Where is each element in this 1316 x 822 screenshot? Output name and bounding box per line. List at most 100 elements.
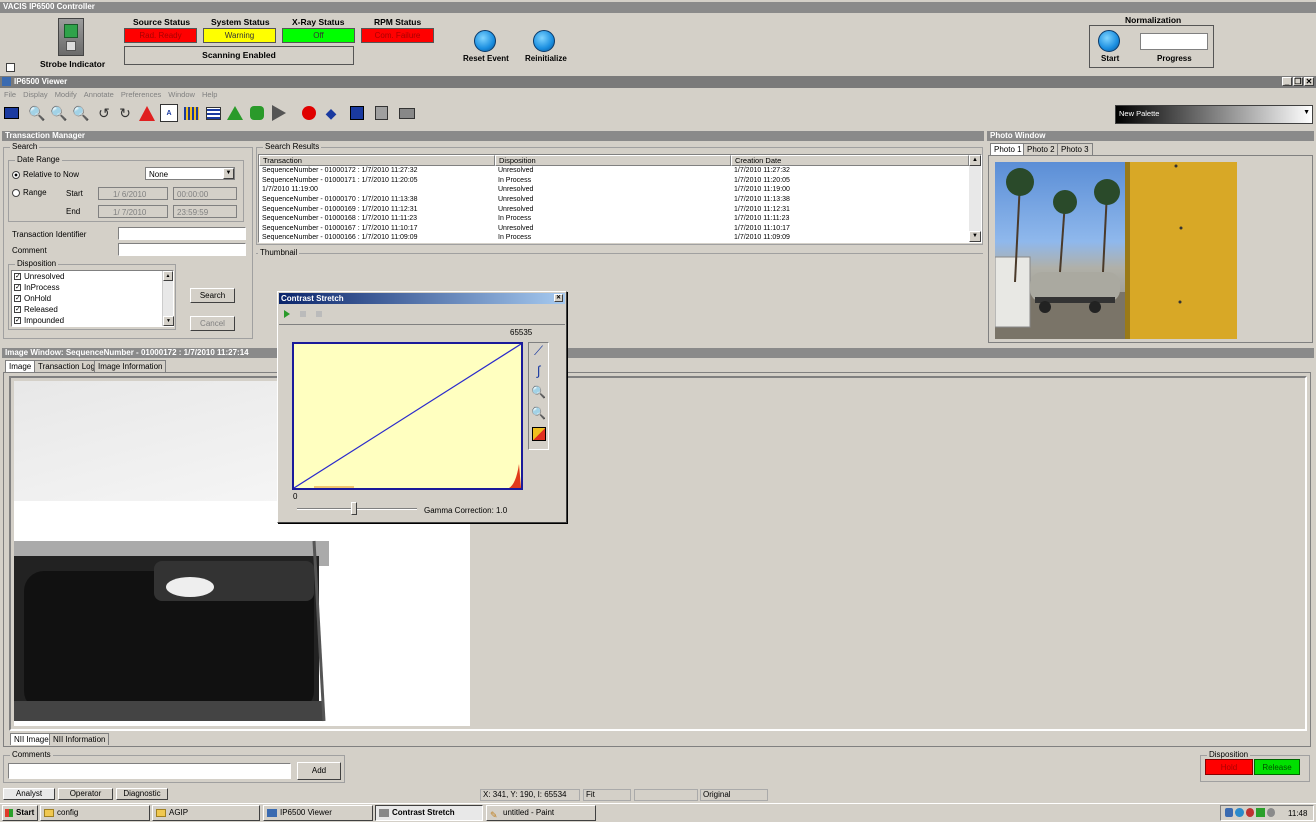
gem-icon[interactable]: ◆ <box>322 104 340 122</box>
menu-file[interactable]: File <box>4 90 16 99</box>
minimize-icon[interactable]: _ <box>1282 77 1292 86</box>
taskbar-item-contrast-stretch[interactable]: Contrast Stretch <box>375 805 483 821</box>
controller-checkbox[interactable] <box>6 63 15 72</box>
taskbar-item-config[interactable]: config <box>40 805 150 821</box>
reset-event-button[interactable] <box>474 30 496 52</box>
table-row[interactable]: SequenceNumber - 01000171 : 1/7/2010 11:… <box>259 176 969 186</box>
table-row[interactable]: SequenceNumber - 01000167 : 1/7/2010 11:… <box>259 224 969 234</box>
restore-icon[interactable]: ❐ <box>1293 77 1303 86</box>
antivirus-icon[interactable] <box>1256 808 1265 817</box>
reset-curve-icon[interactable] <box>529 427 548 447</box>
rotate-left-icon[interactable]: ↺ <box>95 104 113 122</box>
zoom-out-icon[interactable]: 🔍 <box>529 406 548 427</box>
comments-input[interactable] <box>8 763 291 779</box>
rotate-right-icon[interactable]: ↻ <box>116 104 134 122</box>
clipboard-icon[interactable] <box>372 104 390 122</box>
zoom-fit-icon[interactable]: 🔍 <box>72 104 90 122</box>
gamma-slider-track[interactable] <box>297 508 417 510</box>
menu-display[interactable]: Display <box>23 90 48 99</box>
histogram-icon[interactable] <box>138 104 156 122</box>
pause-icon[interactable] <box>300 311 306 317</box>
disposition-scrollbar[interactable]: ▲ ▼ <box>162 271 174 326</box>
triangle-icon[interactable] <box>226 104 244 122</box>
release-button[interactable]: Release <box>1254 759 1300 775</box>
table-row[interactable]: SequenceNumber - 01000170 : 1/7/2010 11:… <box>259 195 969 205</box>
menu-modify[interactable]: Modify <box>55 90 77 99</box>
play-icon[interactable] <box>284 310 290 318</box>
search-button[interactable]: Search <box>190 288 235 303</box>
network-icon[interactable] <box>1225 808 1234 817</box>
list-item[interactable]: ✓ Impounded <box>14 316 171 327</box>
column-transaction[interactable]: Transaction <box>259 155 495 166</box>
relative-radio[interactable]: Relative to Now <box>12 170 79 179</box>
monitor-icon[interactable] <box>2 104 20 122</box>
save-icon[interactable] <box>348 104 366 122</box>
gamma-slider-thumb[interactable] <box>351 502 357 515</box>
tab-photo-3[interactable]: Photo 3 <box>1057 143 1093 155</box>
update-icon[interactable] <box>1235 808 1244 817</box>
start-date-input[interactable]: 1/ 6/2010 <box>98 187 168 200</box>
scroll-up-icon[interactable]: ▲ <box>969 155 981 166</box>
tab-diagnostic[interactable]: Diagnostic <box>116 788 168 800</box>
record-icon[interactable] <box>300 104 318 122</box>
menu-help[interactable]: Help <box>202 90 217 99</box>
list-item[interactable]: ✓ Released <box>14 305 171 316</box>
volume-icon[interactable] <box>1266 808 1276 817</box>
start-button[interactable]: Start <box>2 805 38 821</box>
zoom-in-icon[interactable]: 🔍 <box>28 104 46 122</box>
table-row[interactable]: SequenceNumber - 01000172 : 1/7/2010 11:… <box>259 166 969 176</box>
zoom-out-icon[interactable]: 🔍 <box>50 104 68 122</box>
palette-select[interactable]: New Palette ▼ <box>1115 105 1313 124</box>
tab-photo-2[interactable]: Photo 2 <box>1023 143 1059 155</box>
tab-transaction-log[interactable]: Transaction Log <box>34 360 100 372</box>
taskbar-item-ip6500-viewer[interactable]: IP6500 Viewer <box>263 805 373 821</box>
tab-nii-information[interactable]: NII Information <box>49 733 110 745</box>
close-icon[interactable]: ✕ <box>1304 77 1314 86</box>
relative-select[interactable]: None ▼ <box>145 167 235 180</box>
table-row[interactable]: SequenceNumber - 01000169 : 1/7/2010 11:… <box>259 204 969 214</box>
scroll-up-icon[interactable]: ▲ <box>163 271 173 281</box>
close-icon[interactable]: ✕ <box>554 294 563 302</box>
menu-annotate[interactable]: Annotate <box>84 90 114 99</box>
auto-contrast-icon[interactable]: A <box>160 104 178 122</box>
end-time-input[interactable]: 23:59:59 <box>173 205 237 218</box>
menu-preferences[interactable]: Preferences <box>121 90 161 99</box>
play-icon[interactable] <box>270 104 288 122</box>
normalization-start-button[interactable] <box>1098 30 1120 52</box>
list-item[interactable]: ✓ InProcess <box>14 283 171 294</box>
table-row[interactable]: 1/7/2010 11:19:00 Unresolved 1/7/2010 11:1… <box>259 185 969 195</box>
tab-photo-1[interactable]: Photo 1 <box>990 143 1026 155</box>
tab-image[interactable]: Image <box>5 360 36 372</box>
list-item[interactable]: ✓ OnHold <box>14 294 171 305</box>
list-item[interactable]: ✓ Unresolved <box>14 272 171 283</box>
stop-icon[interactable] <box>316 311 322 317</box>
scroll-down-icon[interactable]: ▼ <box>163 316 174 326</box>
menu-window[interactable]: Window <box>168 90 195 99</box>
zoom-in-icon[interactable]: 🔍 <box>529 385 548 406</box>
filter-icon[interactable] <box>204 104 222 122</box>
edge-enhance-icon[interactable] <box>182 104 200 122</box>
s-curve-icon[interactable]: ∫ <box>529 363 548 385</box>
scroll-down-icon[interactable]: ▼ <box>969 231 981 242</box>
taskbar-item-agip[interactable]: AGIP <box>152 805 260 821</box>
contrast-curve-area[interactable] <box>292 342 523 490</box>
add-comment-button[interactable]: Add <box>297 762 341 780</box>
start-time-input[interactable]: 00:00:00 <box>173 187 237 200</box>
security-icon[interactable] <box>1245 808 1255 817</box>
reinitialize-button[interactable] <box>533 30 555 52</box>
transaction-identifier-input[interactable] <box>118 227 246 240</box>
column-disposition[interactable]: Disposition <box>495 155 731 166</box>
range-radio[interactable]: Range <box>12 188 47 197</box>
tab-operator[interactable]: Operator <box>58 788 113 800</box>
print-icon[interactable] <box>398 104 416 122</box>
column-creation-date[interactable]: Creation Date <box>731 155 969 166</box>
table-row[interactable]: SequenceNumber - 01000166 : 1/7/2010 11:… <box>259 233 969 242</box>
tab-nii-image[interactable]: NII Image <box>10 733 53 745</box>
end-date-input[interactable]: 1/ 7/2010 <box>98 205 168 218</box>
octagon-icon[interactable] <box>248 104 266 122</box>
comment-input[interactable] <box>118 243 246 256</box>
cancel-button[interactable]: Cancel <box>190 316 235 331</box>
table-row[interactable]: SequenceNumber - 01000168 : 1/7/2010 11:… <box>259 214 969 224</box>
tab-analyst[interactable]: Analyst <box>3 788 55 800</box>
results-scrollbar[interactable]: ▲ ▼ <box>969 155 981 242</box>
